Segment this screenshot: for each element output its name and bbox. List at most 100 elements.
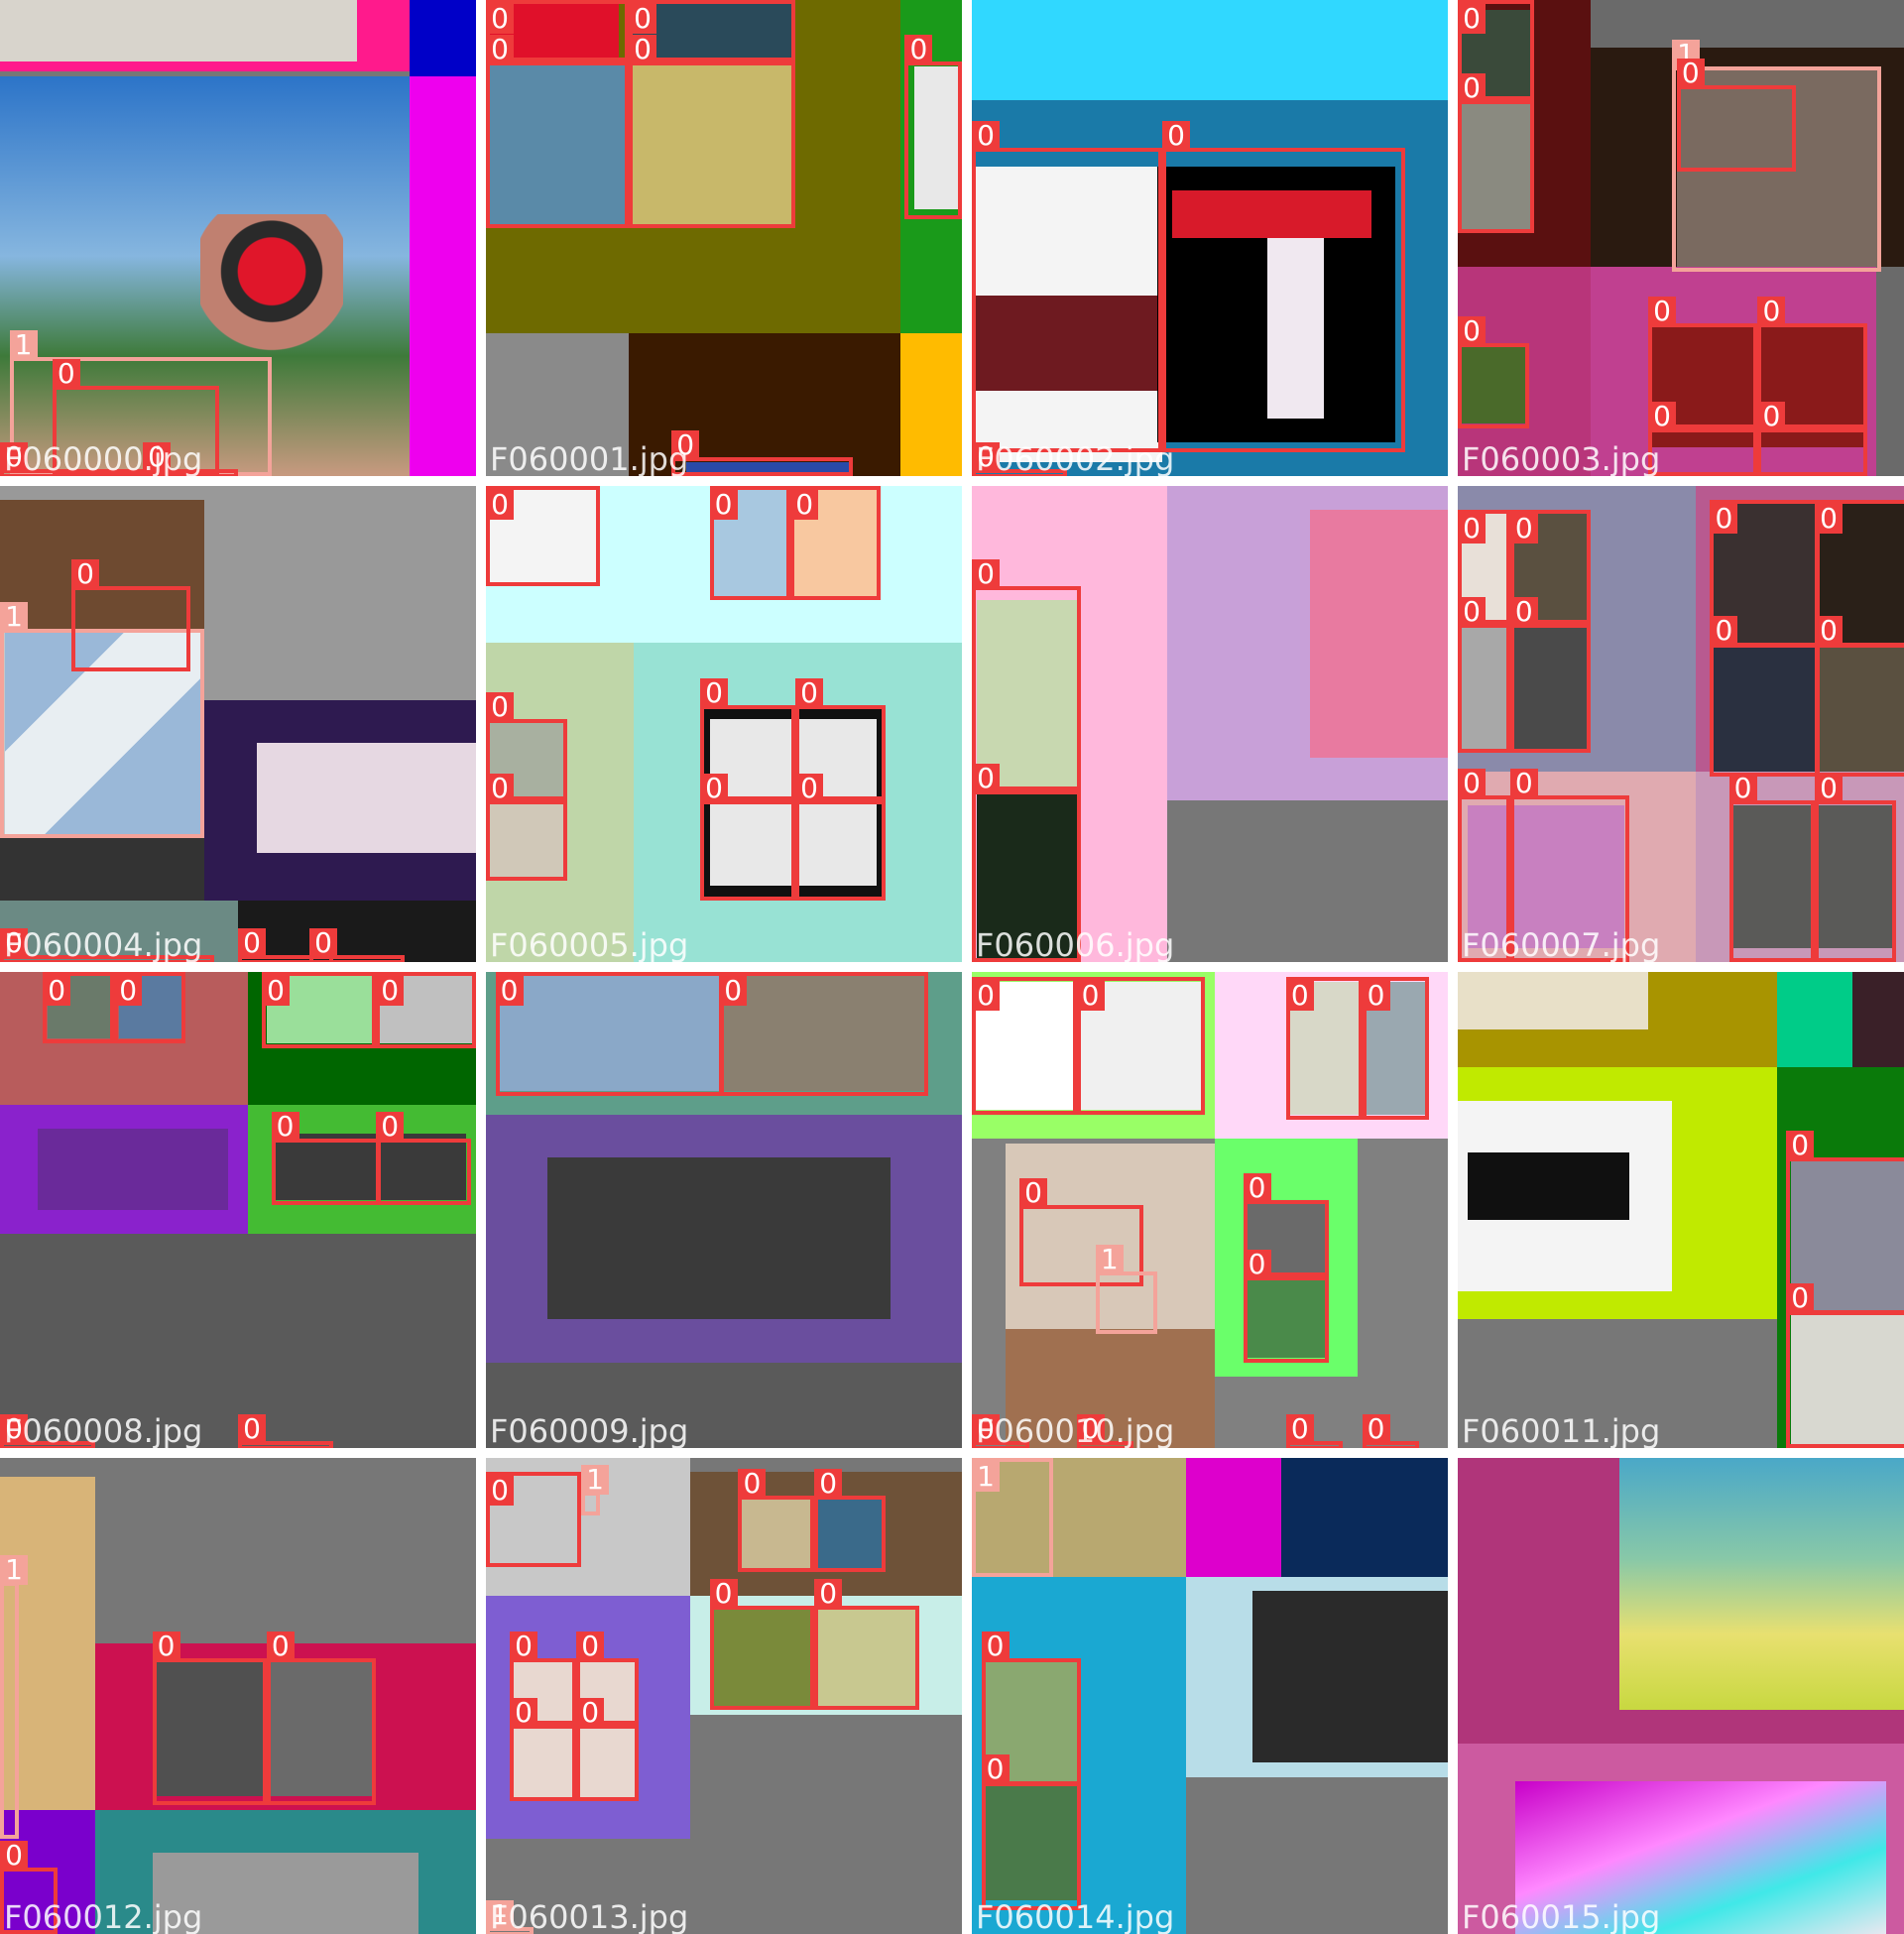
class-label: 0 bbox=[576, 1697, 605, 1728]
mosaic-tile: 0 0 0 0 0 1 0 0 0 0 0 0 F060010.jpg bbox=[972, 972, 1448, 1448]
mosaic-tile: 0 0 0 0 0 0 0 0 0 0 0 0 F060007.jpg bbox=[1458, 486, 1904, 962]
class-label: 0 bbox=[376, 1112, 405, 1142]
bounding-box: 0 bbox=[981, 1754, 1082, 1910]
class-label: 0 bbox=[486, 692, 514, 723]
class-label: 0 bbox=[1815, 773, 1843, 803]
class-label: 0 bbox=[576, 1631, 605, 1661]
class-label: 1 bbox=[0, 1554, 28, 1585]
class-label: 0 bbox=[43, 976, 71, 1006]
image-region bbox=[1852, 972, 1904, 1067]
class-label: 0 bbox=[1710, 504, 1738, 535]
class-label: 0 bbox=[486, 490, 514, 520]
image-region bbox=[899, 333, 962, 476]
file-name-label: F060004.jpg bbox=[4, 926, 203, 962]
class-label: 0 bbox=[486, 35, 514, 65]
class-label: 0 bbox=[0, 1840, 28, 1871]
bounding-box: 0 bbox=[814, 1578, 919, 1711]
class-label: 0 bbox=[814, 1469, 843, 1500]
class-label: 1 bbox=[9, 330, 38, 360]
bounding-box: 0 bbox=[1362, 1413, 1420, 1448]
bounding-box: 0 bbox=[1710, 616, 1820, 777]
mosaic-tile: 0 0 F060006.jpg bbox=[972, 486, 1448, 962]
bounding-box: 0 bbox=[1757, 402, 1867, 476]
class-label: 0 bbox=[629, 4, 656, 34]
file-name-label: F060002.jpg bbox=[976, 440, 1175, 476]
mosaic-tile: F060015.jpg bbox=[1458, 1458, 1904, 1934]
class-label: 0 bbox=[1362, 1413, 1390, 1444]
bounding-box: 0 bbox=[709, 1578, 815, 1711]
class-label: 0 bbox=[1728, 773, 1757, 803]
image-region bbox=[972, 0, 1448, 100]
class-label: 0 bbox=[1285, 1413, 1314, 1444]
class-label: 0 bbox=[972, 120, 1000, 151]
class-label: 0 bbox=[376, 976, 405, 1006]
class-label: 1 bbox=[581, 1464, 609, 1495]
image-region bbox=[0, 0, 357, 62]
image-region bbox=[1467, 1152, 1629, 1220]
class-label: 0 bbox=[1458, 4, 1486, 34]
file-name-label: F060010.jpg bbox=[976, 1412, 1175, 1448]
class-label: 0 bbox=[1458, 769, 1486, 798]
class-label: 0 bbox=[795, 677, 823, 708]
bounding-box: 0 bbox=[486, 773, 567, 882]
class-label: 0 bbox=[486, 4, 514, 34]
class-label: 1 bbox=[972, 1462, 1000, 1492]
class-label: 0 bbox=[904, 35, 933, 65]
class-label: 0 bbox=[1786, 1131, 1815, 1161]
bounding-box: 0 bbox=[814, 1469, 887, 1573]
file-name-label: F060015.jpg bbox=[1462, 1898, 1661, 1934]
class-label: 0 bbox=[790, 490, 819, 520]
bounding-box: 0 bbox=[266, 1631, 377, 1806]
class-label: 0 bbox=[1676, 59, 1705, 89]
bounding-box: 0 bbox=[709, 486, 791, 601]
class-label: 0 bbox=[152, 1631, 180, 1661]
file-name-label: F060014.jpg bbox=[976, 1898, 1175, 1934]
bounding-box: 0 bbox=[262, 972, 377, 1048]
class-label: 0 bbox=[1648, 402, 1676, 431]
bounding-box: 0 bbox=[309, 927, 405, 962]
bounding-box: 0 bbox=[972, 120, 1162, 452]
mosaic-grid: 1 0 0 0 F060000.jpg 1 0 0 0 0 F060004.jpg 0 0 0 0 0 0 0 0 F… bbox=[0, 0, 1904, 1934]
bounding-box: 0 bbox=[1458, 597, 1510, 753]
mosaic-tile: 0 1 0 0 0 0 0 0 0 0 1 F060013.jpg bbox=[486, 1458, 962, 1934]
class-label: 0 bbox=[1509, 769, 1538, 798]
class-label: 0 bbox=[238, 1413, 266, 1444]
class-label: 0 bbox=[1458, 315, 1486, 346]
image-region bbox=[409, 0, 476, 76]
bounding-box: 0 bbox=[1786, 1282, 1904, 1448]
bounding-box: 0 bbox=[1648, 402, 1758, 476]
image-region bbox=[409, 75, 476, 476]
image-region bbox=[547, 1157, 891, 1320]
mosaic-tile: 1 0 0 0 F060012.jpg bbox=[0, 1458, 476, 1934]
class-label: 0 bbox=[972, 764, 1000, 794]
bounding-box: 0 bbox=[486, 35, 629, 229]
bounding-box: 0 bbox=[629, 35, 795, 229]
mosaic-tile: 0 0 0 0 0 0 0 0 F060008.jpg bbox=[0, 972, 476, 1448]
image-region bbox=[1281, 1458, 1448, 1577]
class-label: 0 bbox=[1285, 980, 1314, 1011]
class-label: 0 bbox=[266, 1631, 295, 1661]
mosaic-tile: 0 0 0 F060002.jpg bbox=[972, 0, 1448, 476]
bounding-box: 0 bbox=[1728, 773, 1815, 962]
class-label: 0 bbox=[510, 1697, 537, 1728]
class-label: 0 bbox=[1019, 1178, 1047, 1209]
class-label: 0 bbox=[271, 1112, 299, 1142]
mosaic-tile: 0 0 0 0 0 0 F060001.jpg bbox=[486, 0, 962, 476]
class-label: 0 bbox=[1815, 616, 1843, 647]
class-label: 0 bbox=[1458, 514, 1486, 544]
image-region bbox=[199, 214, 343, 357]
class-label: 0 bbox=[1076, 980, 1105, 1011]
mosaic-tile: 1 0 0 F060014.jpg bbox=[972, 1458, 1448, 1934]
class-label: 0 bbox=[1458, 597, 1486, 628]
class-label: 0 bbox=[238, 927, 266, 958]
class-label: 0 bbox=[629, 35, 656, 65]
class-label: 0 bbox=[1509, 597, 1538, 628]
mosaic-tile: 0 0 1 0 0 0 0 0 0 F060003.jpg bbox=[1458, 0, 1904, 476]
class-label: 0 bbox=[981, 1754, 1010, 1785]
bounding-box: 0 bbox=[1162, 120, 1405, 452]
class-label: 0 bbox=[114, 976, 143, 1006]
bounding-box: 1 bbox=[1095, 1245, 1158, 1334]
class-label: 0 bbox=[700, 773, 728, 803]
class-label: 0 bbox=[719, 976, 748, 1006]
bounding-box: 0 bbox=[238, 1413, 333, 1448]
